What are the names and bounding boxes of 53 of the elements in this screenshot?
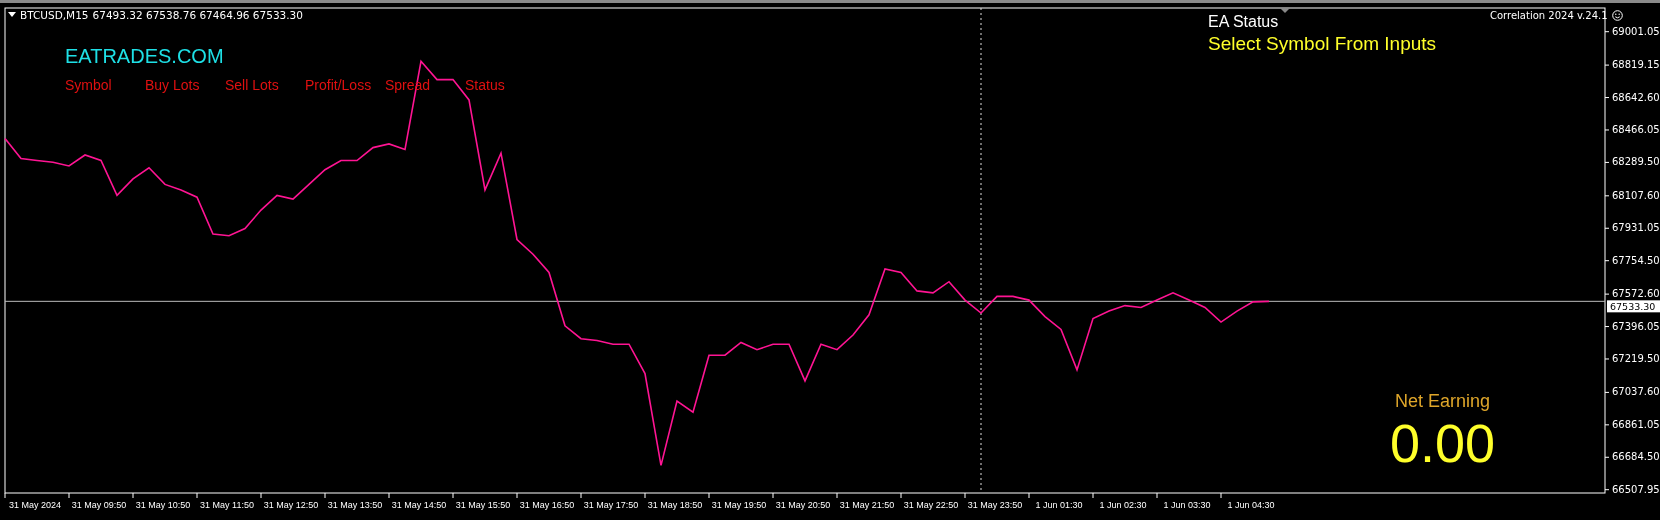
time-label: 31 May 23:50 [967,500,1023,510]
price-label: 66507.95 [1612,483,1660,495]
price-label: 67931.05 [1612,222,1660,234]
dropdown-arrow-icon[interactable] [8,12,16,18]
time-label: 1 Jun 02:30 [1099,500,1147,510]
price-label: 67037.60 [1612,386,1660,398]
time-label: 31 May 14:50 [391,500,447,510]
time-label: 31 May 12:50 [263,500,319,510]
time-label: 31 May 17:50 [583,500,639,510]
time-label: 31 May 22:50 [903,500,959,510]
time-label: 1 Jun 01:30 [1035,500,1083,510]
price-label: 66861.05 [1612,418,1660,430]
time-label: 31 May 10:50 [135,500,191,510]
time-label: 31 May 15:50 [455,500,511,510]
site-title: EATRADES.COM [65,45,224,67]
time-label: 31 May 19:50 [711,500,767,510]
ohlc-values: 67493.32 67538.76 67464.96 67533.30 [92,9,303,21]
price-label: 66684.50 [1612,451,1660,463]
expert-name: Correlation 2024 v.24.1 [1490,10,1608,21]
time-label: 31 May 16:50 [519,500,575,510]
price-label: 68642.60 [1612,91,1660,103]
price-label: 67396.05 [1612,320,1660,332]
status-message: Select Symbol From Inputs [1208,33,1437,55]
time-label: 31 May 21:50 [839,500,895,510]
price-label: 67572.60 [1612,288,1660,300]
time-label: 31 May 18:50 [647,500,703,510]
time-label: 31 May 2024 [9,500,61,510]
time-label: 31 May 11:50 [200,500,254,510]
net-earning-label: Net Earning [1394,391,1492,412]
time-label: 1 Jun 04:30 [1227,500,1275,510]
price-label: 69001.05 [1612,25,1660,37]
time-label: 1 Jun 03:30 [1163,500,1211,510]
price-label: 68107.60 [1612,189,1660,201]
price-label: 68466.05 [1612,124,1660,135]
column-header: Buy Lots [145,77,201,93]
price-label: 67754.50 [1612,254,1660,266]
time-label: 31 May 20:50 [775,500,831,510]
column-header: Sell Lots [225,77,280,93]
price-label: 68289.50 [1612,156,1660,168]
status-title: EA Status [1208,13,1280,31]
symbol-timeframe: BTCUSD,M15 [20,9,89,21]
column-header: Symbol [65,77,113,93]
price-label: 68819.15 [1612,59,1660,71]
ref-line-label: 67533.30 [1610,300,1656,312]
time-label: 31 May 09:50 [71,500,127,510]
chart-shift-icon [1280,8,1290,13]
column-header: Status [465,77,506,93]
smiley-icon [1611,10,1623,21]
time-label: 31 May 13:50 [327,500,383,510]
price-label: 67219.50 [1612,353,1660,364]
column-header: Profit/Loss [305,77,373,93]
current-price-tag: 67533.30 [1607,300,1660,313]
net-earning-value: 0.00 [1390,412,1496,474]
